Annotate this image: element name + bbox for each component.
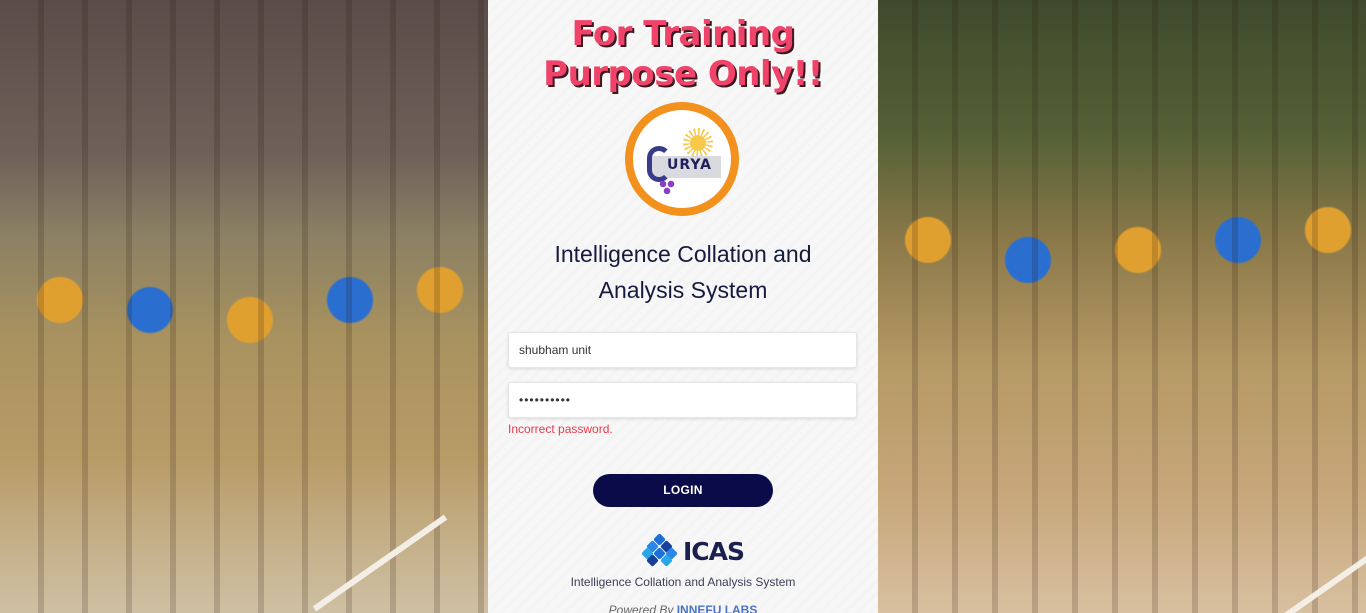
surya-logo-icon: URYA [625,102,739,216]
password-input[interactable] [508,382,857,418]
login-button[interactable]: LOGIN [593,474,773,507]
error-message: Incorrect password. [508,422,613,436]
sun-icon [683,128,713,158]
username-input[interactable] [508,332,857,368]
login-panel: For Training Purpose Only!! URYA Intelli… [488,0,878,613]
icas-logo: ICAS [641,533,745,567]
app-title-line2: Analysis System [598,277,768,303]
training-banner-line2: Purpose Only!! [543,54,823,94]
icas-mark-icon [641,533,678,567]
road-marking [1250,544,1366,613]
logo-text: URYA [667,157,713,173]
powered-by-prefix: Powered By [608,603,674,613]
background-photo-right [878,0,1366,613]
road-marking [312,514,448,612]
training-banner-line1: For Training [571,14,795,54]
background-photo-left [0,0,488,613]
powered-by-company[interactable]: INNEFU LABS [677,603,758,613]
app-title-line1: Intelligence Collation and [554,241,812,267]
powered-by: Powered By INNEFU LABS [488,603,878,613]
footer-system-name: Intelligence Collation and Analysis Syst… [570,575,796,589]
icas-brand-text: ICAS [683,537,745,566]
